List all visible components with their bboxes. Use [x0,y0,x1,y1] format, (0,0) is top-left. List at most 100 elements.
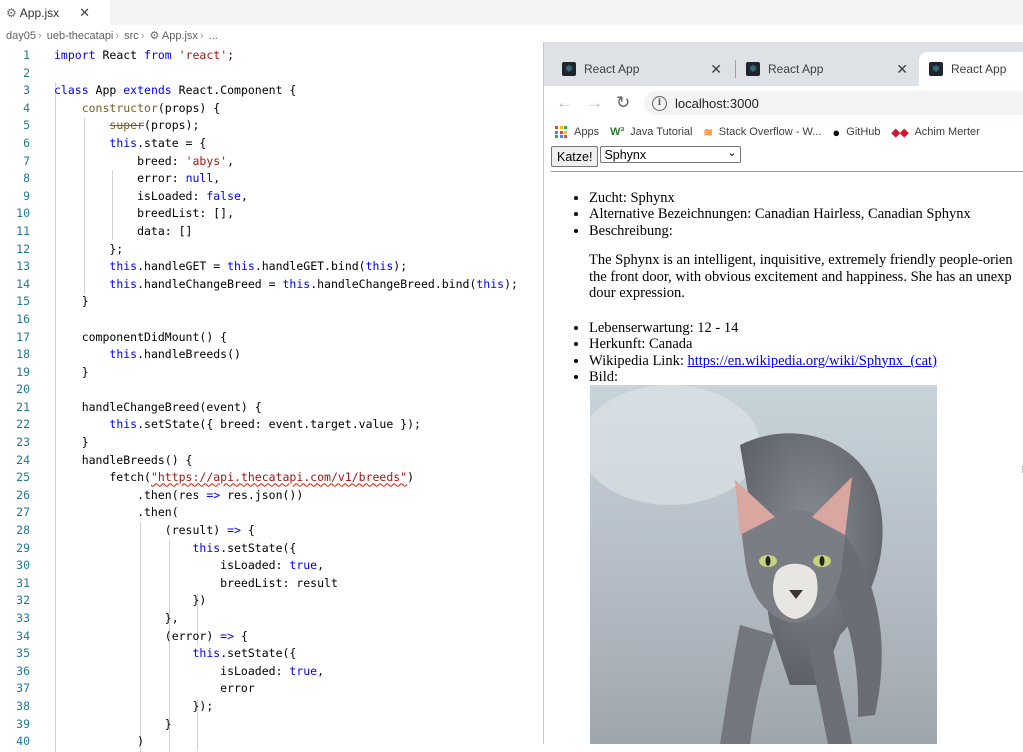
line-number: 21 [16,399,30,414]
line-number: 29 [16,540,30,555]
divider [551,171,1023,172]
line-number: 20 [16,382,30,397]
code-line[interactable]: 17 componentDidMount() { [0,329,600,347]
line-number: 30 [16,558,30,573]
code-line[interactable]: 35 this.setState({ [0,645,600,663]
line-number: 40 [16,734,30,749]
breadcrumb-item[interactable]: ueb-thecatapi [47,30,114,42]
line-number: 19 [16,364,30,379]
code-line[interactable]: 8 error: null, [0,170,600,188]
code-line[interactable]: 13 this.handleGET = this.handleGET.bind(… [0,258,600,276]
code-line[interactable]: 23 } [0,434,600,452]
line-number: 32 [16,593,30,608]
code-line[interactable]: 5 super(props); [0,117,600,135]
code-line[interactable]: 16 [0,311,600,329]
code-line[interactable]: 9 isLoaded: false, [0,188,600,206]
code-line[interactable]: 18 this.handleBreeds() [0,346,600,364]
browser-tab-active[interactable]: ⚛ React App [919,52,1023,86]
code-text: breedList: result [54,575,338,590]
list-item: Bild: [589,369,937,385]
code-line[interactable]: 29 this.setState({ [0,540,600,558]
browser-toolbar: ← → ↻ i localhost:3000 [544,86,1023,120]
code-line[interactable]: 2 [0,65,600,83]
bookmark-java-tutorial[interactable]: W³ Java Tutorial [610,126,692,138]
code-line[interactable]: 36 isLoaded: true, [0,663,600,681]
red-diamond-icon: ◆◆ [891,126,909,139]
code-text: } [54,364,89,379]
code-editor[interactable]: 1 import React from 'react'; 2 3 class App e… [0,47,600,752]
bookmark-stack-overflow[interactable]: ≋ Stack Overflow - W... [704,126,822,139]
code-text: this.handleBreeds() [109,347,241,362]
close-tab-icon[interactable]: ✕ [896,61,908,78]
breadcrumb-item[interactable]: src [124,30,139,42]
code-line[interactable]: 12 }; [0,241,600,259]
bookmark-apps[interactable]: Apps [555,126,599,138]
code-text: }; [54,241,124,256]
code-line[interactable]: 33 }, [0,610,600,628]
description-line: The Sphynx is an intelligent, inquisitiv… [589,252,1013,268]
code-line[interactable]: 40 ) [0,733,600,751]
code-line[interactable]: 26 .then(res => res.json()) [0,487,600,505]
line-number: 16 [16,311,30,326]
bookmark-github[interactable]: ● GitHub [832,125,880,140]
line-number: 11 [16,223,30,238]
breadcrumb-item[interactable]: day05 [6,30,36,42]
code-line[interactable]: 11 data: [] [0,223,600,241]
code-line[interactable]: 39 } [0,716,600,734]
line-number: 39 [16,716,30,731]
code-line[interactable]: 27 .then( [0,504,600,522]
breed-select[interactable]: Sphynx ⌄ [600,146,742,163]
code-line[interactable]: 10 breedList: [], [0,205,600,223]
code-line[interactable]: 1 import React from 'react'; [0,47,600,65]
bookmark-label: Achim Merter [914,126,980,138]
reload-icon[interactable]: ↻ [616,93,630,113]
code-text: componentDidMount() { [54,329,228,344]
browser-tab[interactable]: ⚛ React App ✕ [736,52,916,86]
bookmark-achim-merter[interactable]: ◆◆ Achim Merter [892,126,980,139]
browser-tab-label: React App [951,62,1007,76]
code-text: (result) => { [54,523,255,538]
browser-tab-strip: ⚛ React App ✕ ⚛ React App ✕ ⚛ React App [544,42,1023,86]
code-line[interactable]: 14 this.handleChangeBreed = this.handleC… [0,276,600,294]
code-line[interactable]: 7 breed: 'abys', [0,153,600,171]
code-line[interactable]: 6 this.state = { [0,135,600,153]
forward-arrow-icon[interactable]: → [586,93,603,113]
w3schools-icon: W³ [610,126,625,138]
code-text: constructor(props) { [81,100,221,115]
line-number: 26 [16,487,30,502]
code-line[interactable]: 32 }) [0,592,600,610]
code-line[interactable]: 38 }); [0,698,600,716]
editor-tab-bar: ⚙ App.jsx ✕ [0,0,1023,25]
bookmarks-bar: Apps W³ Java Tutorial ≋ Stack Overflow -… [544,120,1023,145]
close-icon[interactable]: ✕ [79,5,90,21]
code-line[interactable]: 25 fetch("https://api.thecatapi.com/v1/b… [0,469,600,487]
browser-tab[interactable]: ⚛ React App ✕ [552,52,730,86]
wikipedia-link[interactable]: https://en.wikipedia.org/wiki/Sphynx_(ca… [687,353,936,369]
code-line[interactable]: 34 (error) => { [0,628,600,646]
info-icon[interactable]: i [652,95,667,111]
code-line[interactable]: 20 [0,381,600,399]
code-line[interactable]: 4 constructor(props) { [0,100,600,118]
breadcrumb-item[interactable]: ... [209,30,218,42]
close-tab-icon[interactable]: ✕ [710,61,722,78]
code-line[interactable]: 31 breedList: result [0,575,600,593]
code-line[interactable]: 30 isLoaded: true, [0,557,600,575]
code-text: isLoaded: true, [54,663,325,678]
code-line[interactable]: 28 (result) => { [0,522,600,540]
line-number: 14 [16,276,30,291]
list-item: Wikipedia Link: https://en.wikipedia.org… [589,353,937,369]
description-line: dour expression. [589,285,685,301]
code-line[interactable]: 21 handleChangeBreed(event) { [0,399,600,417]
code-line[interactable]: 19 } [0,364,600,382]
code-line[interactable]: 22 this.setState({ breed: event.target.v… [0,416,600,434]
editor-tab-app-jsx[interactable]: ⚙ App.jsx ✕ [0,0,110,25]
code-line[interactable]: 15 } [0,293,600,311]
code-line[interactable]: 37 error [0,680,600,698]
back-arrow-icon[interactable]: ← [556,93,573,113]
address-bar[interactable]: i localhost:3000 [644,91,1023,115]
breadcrumb-item[interactable]: App.jsx [162,30,198,42]
katze-button[interactable]: Katze! [551,146,599,167]
line-number: 3 [23,83,30,98]
code-line[interactable]: 3 class App extends React.Component { [0,82,600,100]
code-line[interactable]: 24 handleBreeds() { [0,452,600,470]
